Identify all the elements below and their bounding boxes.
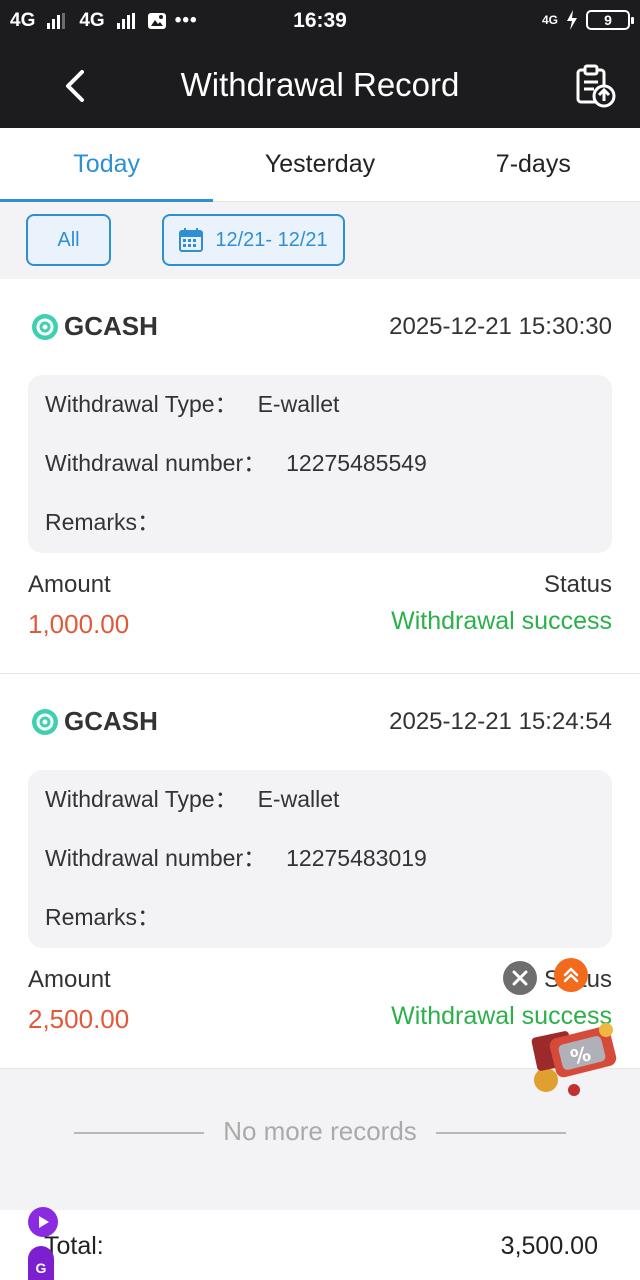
total-value: 3,500.00 xyxy=(500,1232,598,1260)
withdrawal-type-value: E-wallet xyxy=(257,786,340,812)
record-datetime: 2025-12-21 15:30:30 xyxy=(389,313,612,340)
filter-bar: All 12/21- 12/21 xyxy=(0,202,640,278)
page-title: Withdrawal Record xyxy=(180,66,460,103)
amount-value: 1,000.00 xyxy=(28,609,130,639)
date-tabs: Today Yesterday 7-days xyxy=(0,128,640,202)
battery-level: 9 xyxy=(604,12,612,28)
payment-method: GCASH xyxy=(32,706,158,737)
play-icon xyxy=(39,1216,49,1228)
export-button[interactable] xyxy=(574,64,616,108)
record-datetime: 2025-12-21 15:24:54 xyxy=(389,708,612,735)
gcash-logo-icon xyxy=(32,708,58,735)
media-floating-button[interactable] xyxy=(28,1207,58,1237)
withdrawal-number-row: Withdrawal number： 12275485549 xyxy=(45,446,612,505)
double-chevron-up-icon xyxy=(563,967,579,983)
total-bar: Total: 3,500.00 xyxy=(0,1210,640,1280)
payment-method: GCASH xyxy=(32,311,158,342)
promo-floating-badge[interactable]: % xyxy=(524,1004,624,1104)
amount-label: Amount xyxy=(28,966,111,993)
withdrawal-number-row: Withdrawal number： 12275483019 xyxy=(45,841,612,900)
amount-value: 2,500.00 xyxy=(28,1004,130,1034)
withdrawal-type-row: Withdrawal Type： E-wallet xyxy=(45,782,612,841)
status-label: Status xyxy=(543,571,612,598)
record-details: Withdrawal Type： E-wallet Withdrawal numb… xyxy=(28,770,612,948)
remarks-row: Remarks： xyxy=(45,505,612,564)
withdrawal-record-card: GCASH 2025-12-21 15:30:30 Withdrawal Typ… xyxy=(0,279,640,674)
calendar-icon xyxy=(179,228,204,252)
payment-method-name: GCASH xyxy=(64,706,158,736)
date-range-button[interactable]: 12/21- 12/21 xyxy=(162,214,345,266)
tab-yesterday[interactable]: Yesterday xyxy=(213,128,426,201)
status-bar: 4G 4G ••• 16:39 4G 9 xyxy=(0,0,640,44)
remarks-row: Remarks： xyxy=(45,900,612,959)
filter-all-button[interactable]: All xyxy=(26,214,111,266)
tab-7-days[interactable]: 7-days xyxy=(427,128,640,201)
clipboard-upload-icon xyxy=(576,64,616,108)
withdrawal-type-label: Withdrawal Type： xyxy=(45,391,238,417)
withdrawal-type-value: E-wallet xyxy=(257,391,340,417)
status-right: 4G 9 xyxy=(541,10,634,30)
withdrawal-type-label: Withdrawal Type： xyxy=(45,786,238,812)
remarks-label: Remarks： xyxy=(45,904,161,930)
top-nav-bar: Withdrawal Record xyxy=(0,44,640,128)
withdrawal-number-value: 12275485549 xyxy=(286,450,427,476)
status-value: Withdrawal success xyxy=(391,607,612,635)
close-floating-button[interactable] xyxy=(503,961,537,995)
withdrawal-number-label: Withdrawal number： xyxy=(45,845,267,871)
withdrawal-number-label: Withdrawal number： xyxy=(45,450,267,476)
discount-gift-icon: % xyxy=(531,1023,617,1096)
gcash-logo-icon xyxy=(32,313,58,340)
payment-method-name: GCASH xyxy=(64,311,158,341)
amount-label: Amount xyxy=(28,571,111,598)
record-details: Withdrawal Type： E-wallet Withdrawal numb… xyxy=(28,375,612,553)
close-icon xyxy=(512,970,528,986)
tab-today[interactable]: Today xyxy=(0,128,214,202)
game-icon: G xyxy=(35,1260,47,1276)
remarks-label: Remarks： xyxy=(45,509,161,535)
battery-icon: 9 xyxy=(586,10,634,30)
divider-right xyxy=(436,1132,566,1134)
withdrawal-type-row: Withdrawal Type： E-wallet xyxy=(45,387,612,446)
withdrawal-number-value: 12275483019 xyxy=(286,845,427,871)
scroll-top-button[interactable] xyxy=(554,958,588,992)
charging-icon xyxy=(567,10,577,30)
game-floating-button[interactable]: G xyxy=(28,1246,54,1280)
date-range-label: 12/21- 12/21 xyxy=(215,228,328,251)
network-label-right: 4G xyxy=(541,13,558,27)
